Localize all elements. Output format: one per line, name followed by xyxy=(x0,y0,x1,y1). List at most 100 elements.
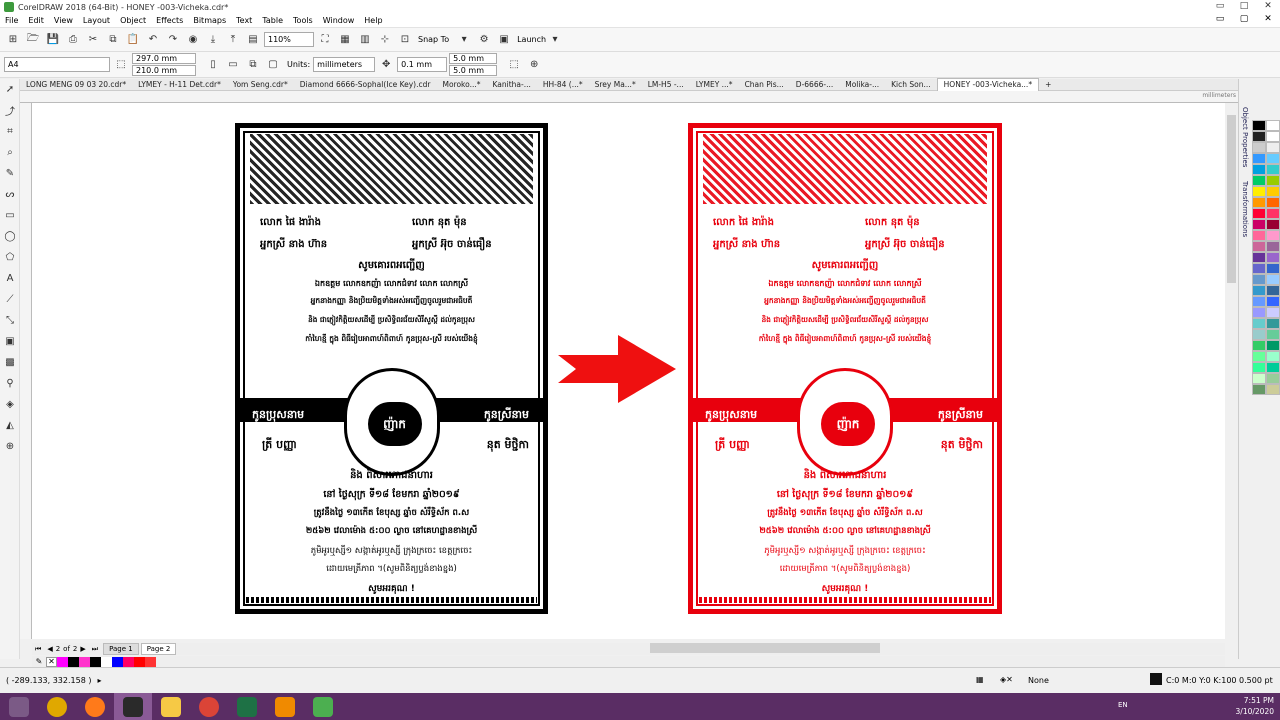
file-explorer-icon[interactable] xyxy=(152,693,190,720)
units-select[interactable]: millimeters xyxy=(313,57,376,72)
current-page-icon[interactable]: ▢ xyxy=(264,56,282,74)
rulers-icon[interactable]: ▦ xyxy=(336,31,354,49)
palette-swatch[interactable] xyxy=(1252,230,1266,241)
palette-swatch[interactable] xyxy=(1266,263,1280,274)
doc-tab-active[interactable]: HONEY -003-Vicheka...* xyxy=(936,78,1040,91)
fill-icon[interactable]: ▦ xyxy=(976,675,984,684)
page-width-field[interactable]: 297.0 mm xyxy=(132,52,196,64)
palette-swatch[interactable] xyxy=(1266,373,1280,384)
redo-icon[interactable]: ↷ xyxy=(164,31,182,49)
palette-swatch[interactable] xyxy=(1252,252,1266,263)
palette-swatch[interactable] xyxy=(1266,230,1280,241)
palette-swatch[interactable] xyxy=(1252,241,1266,252)
palette-swatch[interactable] xyxy=(1252,351,1266,362)
print-icon[interactable]: ⎙ xyxy=(64,31,82,49)
full-screen-icon[interactable]: ⛶ xyxy=(316,31,334,49)
palette-swatch[interactable] xyxy=(1252,285,1266,296)
palette-swatch[interactable] xyxy=(1252,296,1266,307)
crop-tool-icon[interactable]: ⌗ xyxy=(0,121,20,142)
next-page-icon[interactable]: ▶ xyxy=(77,645,88,653)
undo-icon[interactable]: ↶ xyxy=(144,31,162,49)
menu-edit[interactable]: Edit xyxy=(23,14,49,28)
palette-swatch[interactable] xyxy=(1266,164,1280,175)
invitation-card-black[interactable]: ញ៉ាក កូនប្រុសនាម កូនស្រីនាម លោក ផៃ ងារ៉ា… xyxy=(235,123,548,614)
drop-shadow-icon[interactable]: ▣ xyxy=(0,331,20,352)
ellipse-tool-icon[interactable]: ◯ xyxy=(0,226,20,247)
search-content-icon[interactable]: ◉ xyxy=(184,31,202,49)
doc-tab[interactable]: Srey Ma...* xyxy=(589,79,642,91)
document-color-swatch[interactable] xyxy=(112,656,123,667)
palette-swatch[interactable] xyxy=(1252,142,1266,153)
outline-icon[interactable]: ◈✕ xyxy=(1000,675,1013,684)
vertical-ruler[interactable] xyxy=(20,103,32,639)
coreldraw-task-icon[interactable] xyxy=(114,693,152,720)
page-tab[interactable]: Page 1 xyxy=(103,643,139,655)
save-icon[interactable]: 💾 xyxy=(44,31,62,49)
eyedropper-tool-icon[interactable]: ⚲ xyxy=(0,373,20,394)
palette-swatch[interactable] xyxy=(1252,197,1266,208)
palette-swatch[interactable] xyxy=(1252,384,1266,395)
menu-table[interactable]: Table xyxy=(257,14,288,28)
launch-chevron-icon[interactable]: ▾ xyxy=(546,31,564,49)
doc-tab[interactable]: LM-H5 -... xyxy=(642,79,690,91)
menu-layout[interactable]: Layout xyxy=(78,14,115,28)
menu-view[interactable]: View xyxy=(49,14,78,28)
palette-swatch[interactable] xyxy=(1252,318,1266,329)
docker-transformations[interactable]: Transformations xyxy=(1241,181,1249,237)
interactive-fill-icon[interactable]: ◈ xyxy=(0,394,20,415)
docker-object-properties[interactable]: Object Properties xyxy=(1241,107,1249,167)
palette-swatch[interactable] xyxy=(1266,208,1280,219)
palette-swatch[interactable] xyxy=(1266,329,1280,340)
palette-swatch[interactable] xyxy=(1252,153,1266,164)
menu-bitmaps[interactable]: Bitmaps xyxy=(188,14,231,28)
palette-swatch[interactable] xyxy=(1252,120,1266,131)
horizontal-ruler[interactable]: millimeters xyxy=(20,91,1240,103)
palette-swatch[interactable] xyxy=(1266,285,1280,296)
duplicate-x-field[interactable]: 5.0 mm xyxy=(449,52,498,64)
add-icon[interactable]: ⊕ xyxy=(525,56,543,74)
system-clock[interactable]: 7:51 PM 3/10/2020 xyxy=(1236,695,1274,717)
palette-swatch[interactable] xyxy=(1266,197,1280,208)
palette-swatch[interactable] xyxy=(1252,307,1266,318)
doc-minimize-button[interactable]: ▭ xyxy=(1208,14,1232,24)
connector-tool-icon[interactable]: ⤡ xyxy=(0,310,20,331)
page-size-select[interactable]: A4 xyxy=(4,57,110,72)
all-pages-icon[interactable]: ⧉ xyxy=(244,56,262,74)
page-height-field[interactable]: 210.0 mm xyxy=(132,64,196,76)
maximize-button[interactable]: □ xyxy=(1232,0,1256,14)
chrome-icon[interactable] xyxy=(38,693,76,720)
vlc-icon[interactable] xyxy=(266,693,304,720)
options-gear-icon[interactable]: ⚙ xyxy=(475,31,493,49)
doc-tab[interactable]: Yom Seng.cdr* xyxy=(227,79,294,91)
doc-tab[interactable]: HH-84 (...* xyxy=(537,79,589,91)
doc-tab[interactable]: Moroko...* xyxy=(436,79,486,91)
document-color-swatch[interactable] xyxy=(123,656,134,667)
doc-tab[interactable]: D-6666-... xyxy=(790,79,839,91)
prev-page-icon[interactable]: ◀ xyxy=(44,645,55,653)
play-icon[interactable]: ▸ xyxy=(97,676,101,685)
doc-tab[interactable]: LYMEY - H-11 Det.cdr* xyxy=(132,79,227,91)
polygon-tool-icon[interactable]: ⬠ xyxy=(0,247,20,268)
palette-swatch[interactable] xyxy=(1252,329,1266,340)
treat-as-filled-icon[interactable]: ⬚ xyxy=(505,56,523,74)
palette-swatch[interactable] xyxy=(1266,318,1280,329)
palette-swatch[interactable] xyxy=(1266,131,1280,142)
doc-tab[interactable]: Chan Pis... xyxy=(739,79,790,91)
palette-swatch[interactable] xyxy=(1252,175,1266,186)
palette-swatch[interactable] xyxy=(1266,252,1280,263)
palette-swatch[interactable] xyxy=(1252,131,1266,142)
parallel-dimension-icon[interactable]: ⟋ xyxy=(0,289,20,310)
copy-icon[interactable]: ⧉ xyxy=(104,31,122,49)
menu-effects[interactable]: Effects xyxy=(151,14,188,28)
palette-swatch[interactable] xyxy=(1266,241,1280,252)
new-tab-plus-icon[interactable]: + xyxy=(1039,79,1057,91)
new-document-icon[interactable]: ⊞ xyxy=(4,31,22,49)
palette-swatch[interactable] xyxy=(1266,153,1280,164)
menu-tools[interactable]: Tools xyxy=(288,14,318,28)
grid-icon[interactable]: ▥ xyxy=(356,31,374,49)
excel-icon[interactable] xyxy=(228,693,266,720)
guidelines-icon[interactable]: ⊹ xyxy=(376,31,394,49)
doc-tab[interactable]: Molika-... xyxy=(839,79,885,91)
doc-close-button[interactable]: ✕ xyxy=(1256,14,1280,24)
transparency-tool-icon[interactable]: ▩ xyxy=(0,352,20,373)
